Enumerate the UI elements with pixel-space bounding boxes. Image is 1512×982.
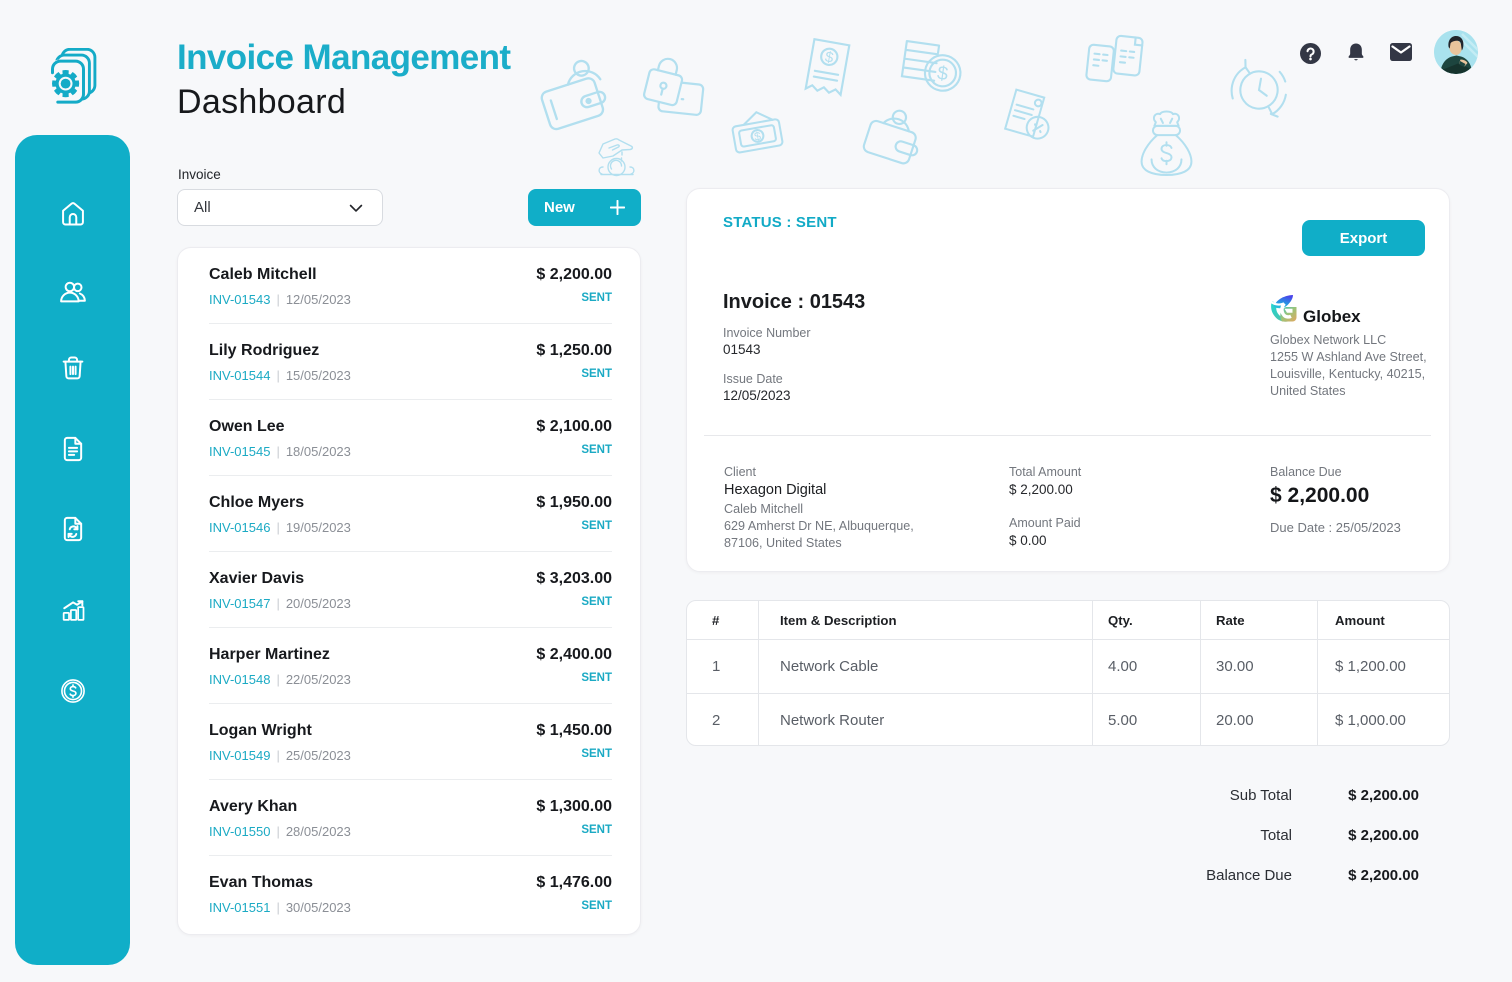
- svg-text:$: $: [936, 63, 950, 85]
- svg-text:$: $: [824, 49, 835, 66]
- svg-text:$: $: [753, 130, 762, 144]
